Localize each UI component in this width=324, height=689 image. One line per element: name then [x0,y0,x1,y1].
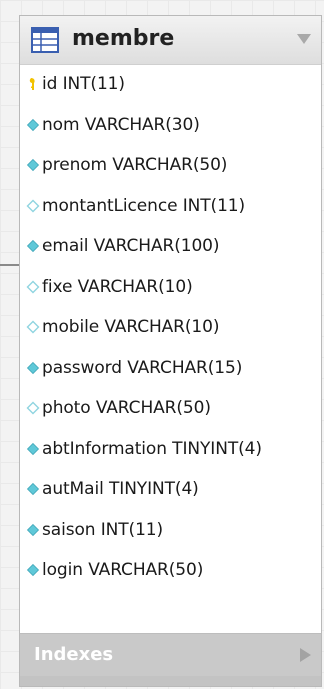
column-row[interactable]: saison INT(11) [20,510,321,551]
collapse-arrow-icon[interactable] [297,34,311,44]
column-row[interactable]: photo VARCHAR(50) [20,388,321,429]
column-row[interactable]: id INT(11) [20,64,321,105]
column-label: montantLicence INT(11) [42,195,246,216]
column-row[interactable]: abtInformation TINYINT(4) [20,429,321,470]
column-label: email VARCHAR(100) [42,236,220,257]
column-label: login VARCHAR(50) [42,560,204,581]
column-row[interactable]: password VARCHAR(15) [20,348,321,389]
hollow-diamond-icon [26,280,40,294]
table-entity-membre[interactable]: membre id INT(11) nom VARCHAR(30) prenom V… [19,15,322,687]
table-icon [31,27,59,53]
table-footer [20,676,321,686]
key-icon [29,78,35,91]
column-row[interactable]: autMail TINYINT(4) [20,469,321,510]
column-row[interactable]: fixe VARCHAR(10) [20,267,321,308]
column-row[interactable]: mobile VARCHAR(10) [20,307,321,348]
filled-diamond-icon [26,523,40,536]
column-row[interactable]: login VARCHAR(50) [20,550,321,591]
filled-diamond-icon [26,564,40,577]
hollow-diamond-icon [26,401,40,415]
filled-diamond-icon [26,361,40,374]
column-label: saison INT(11) [42,519,164,540]
column-label: mobile VARCHAR(10) [42,317,220,338]
column-row[interactable]: nom VARCHAR(30) [20,105,321,146]
column-row[interactable]: email VARCHAR(100) [20,226,321,267]
indexes-label: Indexes [34,644,114,665]
column-label: photo VARCHAR(50) [42,398,211,419]
column-row[interactable]: prenom VARCHAR(50) [20,145,321,186]
relationship-connector [0,264,20,266]
filled-diamond-icon [26,442,40,455]
column-label: fixe VARCHAR(10) [42,276,193,297]
hollow-diamond-icon [26,199,40,213]
column-label: id INT(11) [42,74,125,95]
expand-arrow-icon[interactable] [300,648,311,662]
table-header[interactable]: membre [20,16,321,65]
table-title: membre [72,26,175,51]
column-label: autMail TINYINT(4) [42,479,199,500]
column-list: id INT(11) nom VARCHAR(30) prenom VARCHAR(… [20,64,321,591]
filled-diamond-icon [26,159,40,172]
column-row[interactable]: montantLicence INT(11) [20,186,321,227]
hollow-diamond-icon [26,320,40,334]
filled-diamond-icon [26,483,40,496]
filled-diamond-icon [26,240,40,253]
column-label: prenom VARCHAR(50) [42,155,228,176]
filled-diamond-icon [26,118,40,131]
column-label: password VARCHAR(15) [42,357,243,378]
column-label: abtInformation TINYINT(4) [42,438,262,459]
indexes-section[interactable]: Indexes [20,633,321,677]
column-label: nom VARCHAR(30) [42,114,200,135]
